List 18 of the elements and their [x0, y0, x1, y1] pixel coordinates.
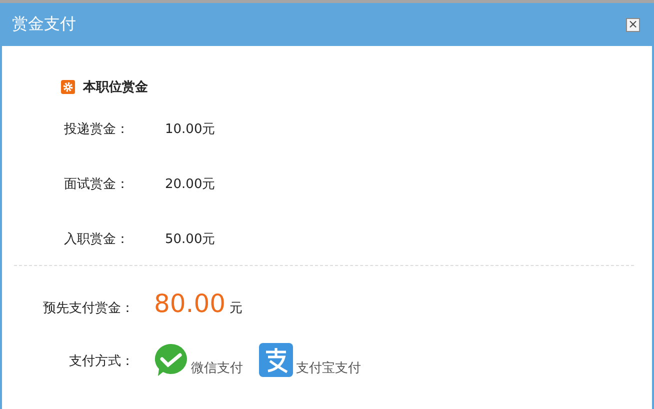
payment-label: 支付方式： [68, 353, 135, 370]
gear-icon [61, 80, 75, 94]
chat-bubble-check-icon[interactable] [154, 343, 188, 377]
alipay-logo-icon[interactable] [259, 343, 293, 377]
section-title: 本职位赏金 [83, 79, 148, 96]
currency-unit: 元 [230, 300, 243, 317]
reward-label: 面试赏金： [64, 176, 130, 192]
reward-value: 50.00元 [165, 230, 216, 248]
reward-value: 20.00元 [165, 176, 216, 192]
close-button[interactable]: × [626, 18, 640, 32]
reward-value: 10.00元 [165, 120, 216, 138]
payment-method-label[interactable]: 微信支付 [191, 359, 243, 377]
payment-method-label[interactable]: 支付宝支付 [296, 359, 361, 377]
total-amount: 80.00 [154, 289, 226, 318]
reward-label: 投递赏金： [64, 120, 130, 138]
total-label: 预先支付赏金： [42, 300, 135, 317]
window-title: 赏金支付 [12, 14, 76, 35]
reward-label: 入职赏金： [64, 230, 130, 248]
